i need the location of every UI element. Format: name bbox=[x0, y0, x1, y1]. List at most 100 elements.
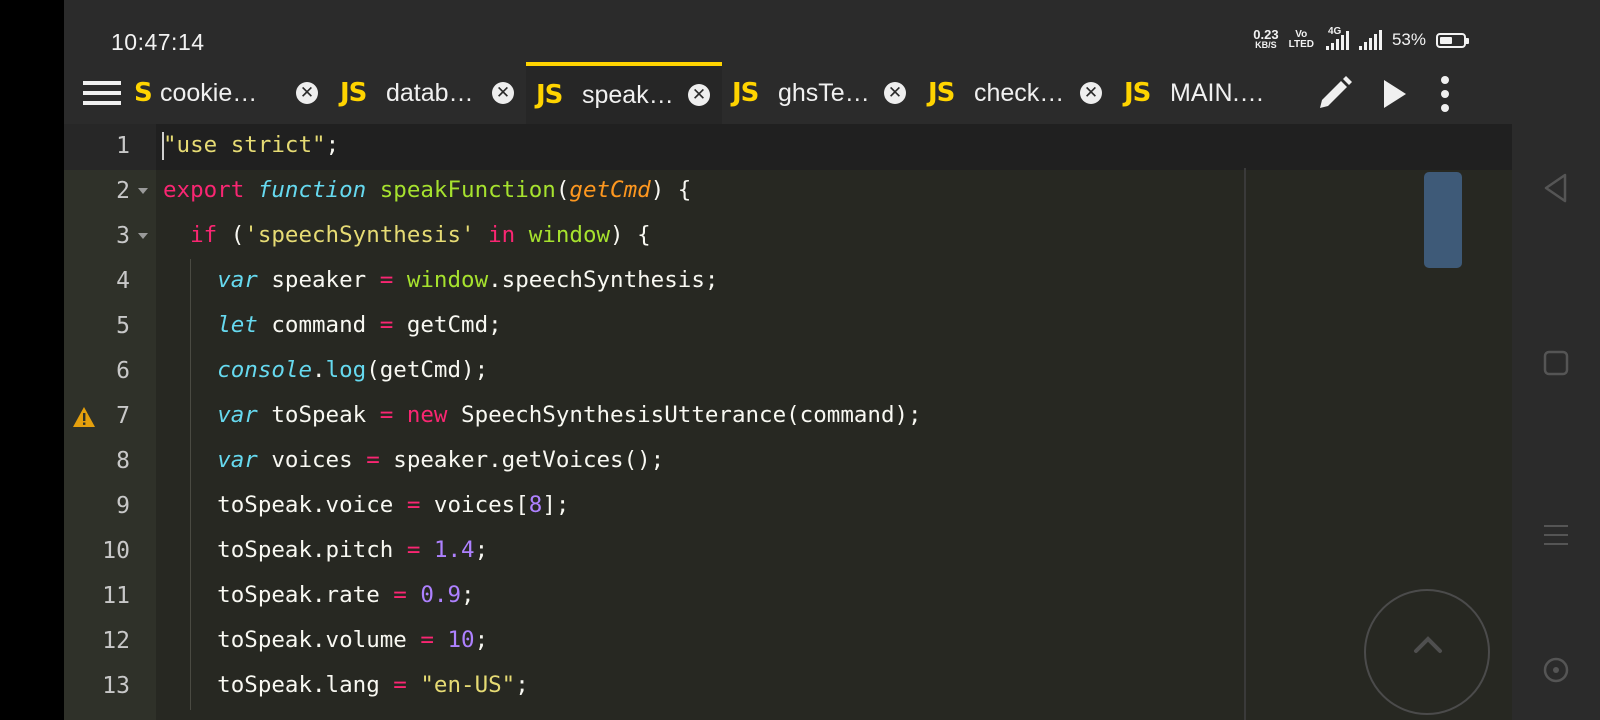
code-editor[interactable]: 1 "use strict"; 2 export function speakFun… bbox=[64, 124, 1512, 720]
code-token: SpeechSynthesisUtterance(command); bbox=[447, 402, 922, 428]
code-line[interactable]: 2 export function speakFunction(getCmd) { bbox=[64, 169, 1512, 215]
code-token: ]; bbox=[542, 492, 570, 518]
battery-icon bbox=[1436, 32, 1469, 48]
code-text: toSpeak.pitch = 1.4; bbox=[163, 537, 488, 563]
tab-file[interactable]: JS datab… ✕ bbox=[330, 62, 526, 124]
code-token: var bbox=[217, 447, 258, 473]
code-text: console.log(getCmd); bbox=[163, 357, 488, 383]
code-token: 'speechSynthesis' bbox=[244, 222, 475, 248]
status-bar: 10:47:14 0.23 KB/S Vo LTED 4G 53% bbox=[64, 0, 1512, 62]
code-line[interactable]: 11 toSpeak.rate = 0.9; bbox=[64, 574, 1512, 620]
code-line[interactable]: 10 toSpeak.pitch = 1.4; bbox=[64, 529, 1512, 575]
code-text: export function speakFunction(getCmd) { bbox=[163, 177, 691, 203]
code-token: window bbox=[528, 222, 611, 248]
tab-file[interactable]: JSMAIN.…✕ bbox=[1114, 62, 1274, 124]
code-token: toSpeak.volume bbox=[163, 627, 421, 653]
code-token: in bbox=[488, 222, 516, 248]
code-token: "en-US" bbox=[420, 672, 516, 698]
code-token: if bbox=[190, 222, 218, 248]
code-token: ( bbox=[555, 177, 570, 203]
close-tab-icon[interactable]: ✕ bbox=[884, 82, 906, 104]
fold-arrow-icon[interactable] bbox=[138, 233, 148, 239]
code-line[interactable]: 4 var speaker = window.speechSynthesis; bbox=[64, 259, 1512, 305]
line-number: 3 bbox=[116, 223, 130, 249]
code-token: command bbox=[257, 312, 380, 338]
signal-strength-icon bbox=[1358, 30, 1382, 50]
code-line[interactable]: 12 toSpeak.volume = 10; bbox=[64, 619, 1512, 665]
tab-file[interactable]: JS ghsTe… ✕ bbox=[722, 62, 918, 124]
circle-dot-icon[interactable] bbox=[1541, 655, 1571, 685]
three-lines-menu-icon[interactable] bbox=[1541, 520, 1571, 550]
code-token: toSpeak.lang bbox=[163, 672, 394, 698]
code-token: toSpeak.voice bbox=[163, 492, 407, 518]
volte-line2: LTED bbox=[1288, 39, 1314, 50]
code-token: new bbox=[406, 402, 448, 428]
scrollbar-thumb[interactable] bbox=[1424, 172, 1462, 268]
tab-bar: Scookie… ✕ JS datab… ✕ JS speak… ✕ JS ghsTe… ✕ JS ch… bbox=[64, 62, 1512, 124]
system-navigation-bar bbox=[1512, 0, 1600, 720]
code-token: = bbox=[379, 312, 394, 338]
tab-label: MAIN.… bbox=[1170, 78, 1265, 107]
code-line[interactable]: 13 toSpeak.lang = "en-US"; bbox=[64, 664, 1512, 710]
line-number: 2 bbox=[116, 178, 130, 204]
tab-label: datab… bbox=[386, 78, 474, 107]
volte-indicator: Vo LTED bbox=[1289, 30, 1314, 50]
tab-file[interactable]: Scookie… ✕ bbox=[134, 62, 330, 124]
close-tab-icon[interactable]: ✕ bbox=[1080, 82, 1102, 104]
code-line[interactable]: 1 "use strict"; bbox=[64, 124, 1512, 170]
code-text: var speaker = window.speechSynthesis; bbox=[163, 267, 718, 293]
square-home-icon[interactable] bbox=[1541, 348, 1571, 378]
code-token: ) { bbox=[650, 177, 692, 203]
line-number: 8 bbox=[116, 448, 130, 474]
tab-label: check… bbox=[974, 78, 1065, 107]
network-type: 4G bbox=[1327, 26, 1342, 37]
code-token: ; bbox=[461, 582, 475, 608]
more-vertical-icon[interactable] bbox=[1425, 74, 1465, 114]
code-line[interactable]: 3 if ('speechSynthesis' in window) { bbox=[64, 214, 1512, 260]
js-file-icon: JS bbox=[536, 80, 563, 110]
text-cursor bbox=[162, 132, 164, 160]
code-text: var toSpeak = new SpeechSynthesisUtteran… bbox=[163, 402, 922, 428]
code-token: = bbox=[379, 267, 394, 293]
close-tab-icon[interactable]: ✕ bbox=[492, 82, 514, 104]
code-line[interactable]: 6 console.log(getCmd); bbox=[64, 349, 1512, 395]
code-line[interactable]: 5 let command = getCmd; bbox=[64, 304, 1512, 350]
play-icon[interactable] bbox=[1374, 74, 1414, 114]
code-token: = bbox=[393, 582, 407, 608]
hamburger-icon[interactable] bbox=[83, 78, 123, 108]
code-line[interactable]: 9 toSpeak.voice = voices[8]; bbox=[64, 484, 1512, 530]
code-line[interactable]: 7 var toSpeak = new SpeechSynthesisUtter… bbox=[64, 394, 1512, 440]
print-margin bbox=[1244, 168, 1246, 720]
code-token: 0.9 bbox=[420, 582, 462, 608]
code-token: export bbox=[163, 177, 245, 203]
scroll-to-top-button[interactable] bbox=[1364, 589, 1490, 715]
code-line[interactable]: 8 var voices = speaker.getVoices(); bbox=[64, 439, 1512, 485]
pencil-icon[interactable] bbox=[1314, 74, 1354, 114]
code-text: "use strict"; bbox=[163, 132, 353, 158]
network-speed-value: 0.23 bbox=[1253, 27, 1279, 42]
network-speed-unit: KB/S bbox=[1255, 40, 1277, 50]
code-token: 10 bbox=[447, 627, 475, 653]
tab-file[interactable]: JS speak… ✕ bbox=[526, 62, 722, 124]
code-token: ; bbox=[515, 672, 529, 698]
close-tab-icon[interactable]: ✕ bbox=[688, 84, 710, 106]
close-tab-icon[interactable]: ✕ bbox=[296, 82, 318, 104]
code-text: let command = getCmd; bbox=[163, 312, 501, 338]
code-token: = bbox=[420, 627, 434, 653]
line-number: 10 bbox=[102, 538, 130, 564]
code-token: speakFunction bbox=[379, 177, 556, 203]
code-editor-app: 10:47:14 0.23 KB/S Vo LTED 4G 53% S cook… bbox=[64, 0, 1512, 720]
back-triangle-icon[interactable] bbox=[1541, 172, 1571, 204]
code-token: voices[ bbox=[420, 492, 529, 518]
warning-icon[interactable] bbox=[72, 406, 96, 428]
tab-file[interactable]: JS check… ✕ bbox=[918, 62, 1114, 124]
js-file-icon: JS bbox=[340, 78, 367, 108]
fold-arrow-icon[interactable] bbox=[138, 188, 148, 194]
